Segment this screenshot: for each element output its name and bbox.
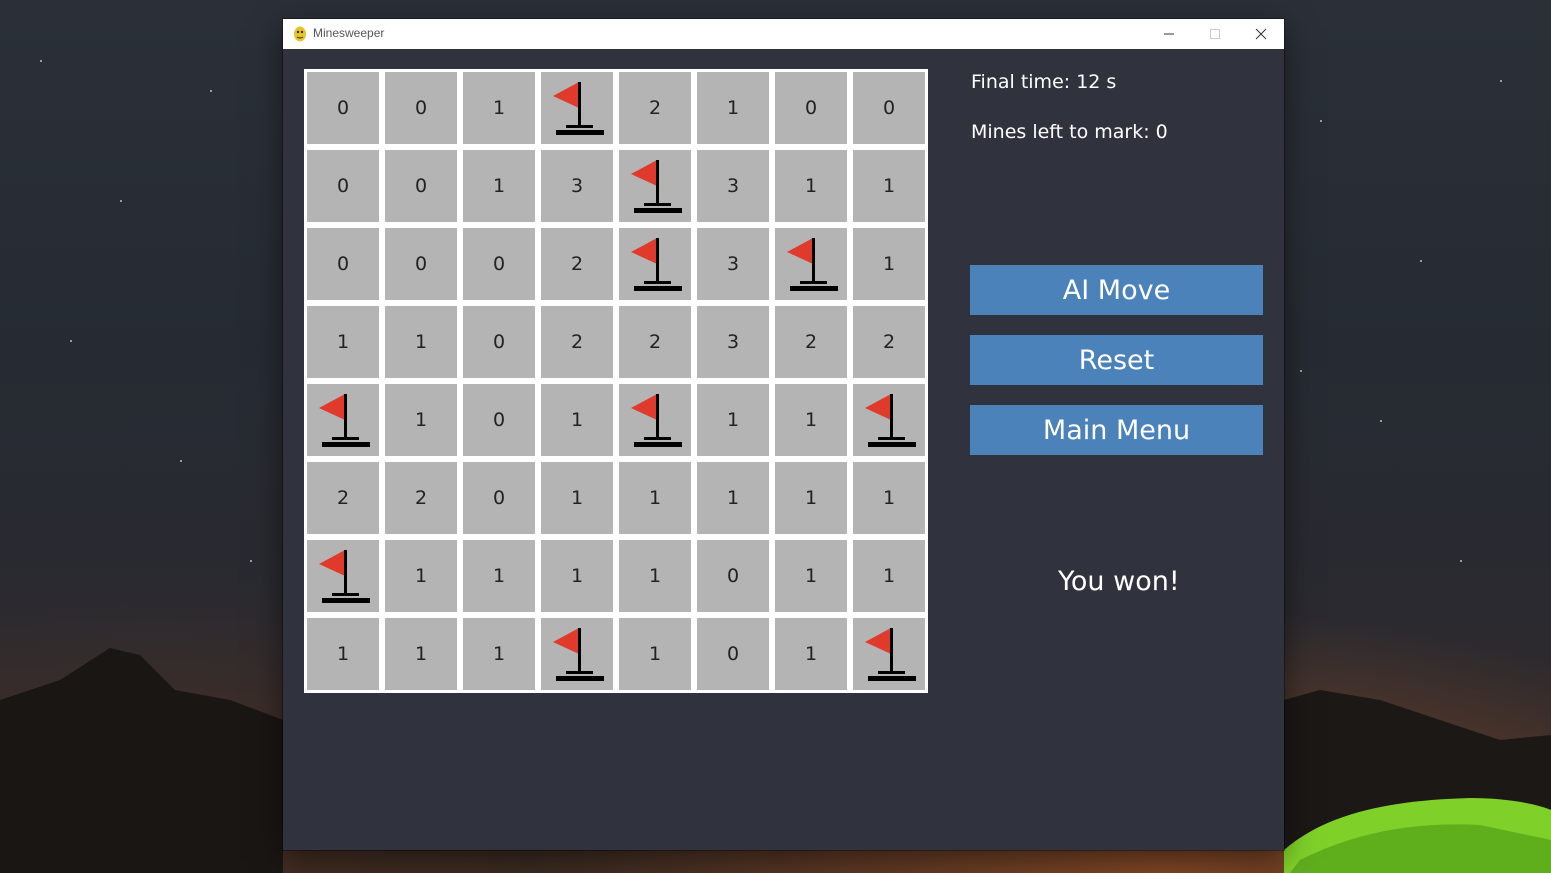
ai-move-button[interactable]: AI Move: [970, 265, 1263, 315]
flagged-cell[interactable]: [541, 72, 613, 144]
maximize-icon: [1210, 29, 1220, 39]
cell-number[interactable]: 1: [385, 618, 457, 690]
cell-number[interactable]: 3: [697, 306, 769, 378]
cell-number[interactable]: 1: [697, 384, 769, 456]
python-snake-icon: [294, 26, 306, 42]
flagged-cell[interactable]: [307, 384, 379, 456]
cell-number[interactable]: 0: [463, 462, 535, 534]
cell-number[interactable]: 1: [775, 618, 847, 690]
final-time-label: Final time: 12 s: [971, 71, 1117, 93]
cell-number[interactable]: 1: [463, 150, 535, 222]
window-title: Minesweeper: [313, 26, 385, 40]
cell-number[interactable]: 3: [541, 150, 613, 222]
flagged-cell[interactable]: [307, 540, 379, 612]
flagged-cell[interactable]: [619, 228, 691, 300]
cell-number[interactable]: 1: [775, 384, 847, 456]
cell-number[interactable]: 1: [697, 462, 769, 534]
cell-number[interactable]: 1: [619, 462, 691, 534]
cell-number[interactable]: 2: [619, 72, 691, 144]
flag-icon: [865, 628, 916, 681]
mines-left-label: Mines left to mark: 0: [971, 121, 1168, 143]
cell-number[interactable]: 1: [775, 150, 847, 222]
close-button[interactable]: [1238, 19, 1284, 49]
cell-number[interactable]: 0: [775, 72, 847, 144]
cell-number[interactable]: 1: [463, 618, 535, 690]
cell-number[interactable]: 1: [541, 384, 613, 456]
flagged-cell[interactable]: [775, 228, 847, 300]
main-menu-button[interactable]: Main Menu: [970, 405, 1263, 455]
cell-number[interactable]: 0: [385, 228, 457, 300]
cell-number[interactable]: 1: [385, 384, 457, 456]
game-result-text: You won!: [1058, 566, 1180, 597]
maximize-button[interactable]: [1192, 19, 1238, 49]
cell-number[interactable]: 1: [541, 540, 613, 612]
flagged-cell[interactable]: [853, 618, 925, 690]
flag-icon: [631, 160, 682, 213]
cell-number[interactable]: 0: [463, 306, 535, 378]
flag-icon: [319, 394, 370, 447]
cell-number[interactable]: 1: [853, 150, 925, 222]
cell-number[interactable]: 3: [697, 228, 769, 300]
flagged-cell[interactable]: [619, 150, 691, 222]
flag-icon: [865, 394, 916, 447]
reset-button[interactable]: Reset: [970, 335, 1263, 385]
flag-icon: [553, 82, 604, 135]
minimize-icon: [1164, 33, 1174, 35]
cell-number[interactable]: 2: [853, 306, 925, 378]
cell-number[interactable]: 2: [541, 228, 613, 300]
minesweeper-window: Minesweeper 0012100001331100023111022322…: [283, 19, 1284, 850]
title-bar: Minesweeper: [283, 19, 1284, 49]
cell-number[interactable]: 1: [619, 540, 691, 612]
minesweeper-board: 0012100001331100023111022322101112201111…: [304, 69, 928, 693]
cell-number[interactable]: 1: [307, 618, 379, 690]
cell-number[interactable]: 2: [307, 462, 379, 534]
flagged-cell[interactable]: [853, 384, 925, 456]
cell-number[interactable]: 1: [541, 462, 613, 534]
cell-number[interactable]: 2: [775, 306, 847, 378]
cell-number[interactable]: 0: [463, 384, 535, 456]
cell-number[interactable]: 0: [385, 150, 457, 222]
flagged-cell[interactable]: [541, 618, 613, 690]
cell-number[interactable]: 0: [307, 72, 379, 144]
cell-number[interactable]: 0: [307, 150, 379, 222]
flag-icon: [631, 238, 682, 291]
close-icon: [1255, 28, 1267, 40]
cell-number[interactable]: 1: [619, 618, 691, 690]
cell-number[interactable]: 0: [853, 72, 925, 144]
cell-number[interactable]: 2: [385, 462, 457, 534]
cell-number[interactable]: 1: [463, 540, 535, 612]
cell-number[interactable]: 2: [541, 306, 613, 378]
cell-number[interactable]: 1: [775, 462, 847, 534]
cell-number[interactable]: 1: [775, 540, 847, 612]
cell-number[interactable]: 1: [697, 72, 769, 144]
flag-icon: [787, 238, 838, 291]
minimize-button[interactable]: [1146, 19, 1192, 49]
cell-number[interactable]: 2: [619, 306, 691, 378]
cell-number[interactable]: 1: [853, 540, 925, 612]
flag-icon: [631, 394, 682, 447]
cell-number[interactable]: 3: [697, 150, 769, 222]
cell-number[interactable]: 1: [385, 306, 457, 378]
flag-icon: [319, 550, 370, 603]
cell-number[interactable]: 0: [697, 618, 769, 690]
flag-icon: [553, 628, 604, 681]
cell-number[interactable]: 1: [853, 228, 925, 300]
cell-number[interactable]: 0: [463, 228, 535, 300]
cell-number[interactable]: 1: [463, 72, 535, 144]
flagged-cell[interactable]: [619, 384, 691, 456]
cell-number[interactable]: 0: [385, 72, 457, 144]
cell-number[interactable]: 1: [307, 306, 379, 378]
cell-number[interactable]: 0: [697, 540, 769, 612]
cell-number[interactable]: 0: [307, 228, 379, 300]
cell-number[interactable]: 1: [385, 540, 457, 612]
cell-number[interactable]: 1: [853, 462, 925, 534]
